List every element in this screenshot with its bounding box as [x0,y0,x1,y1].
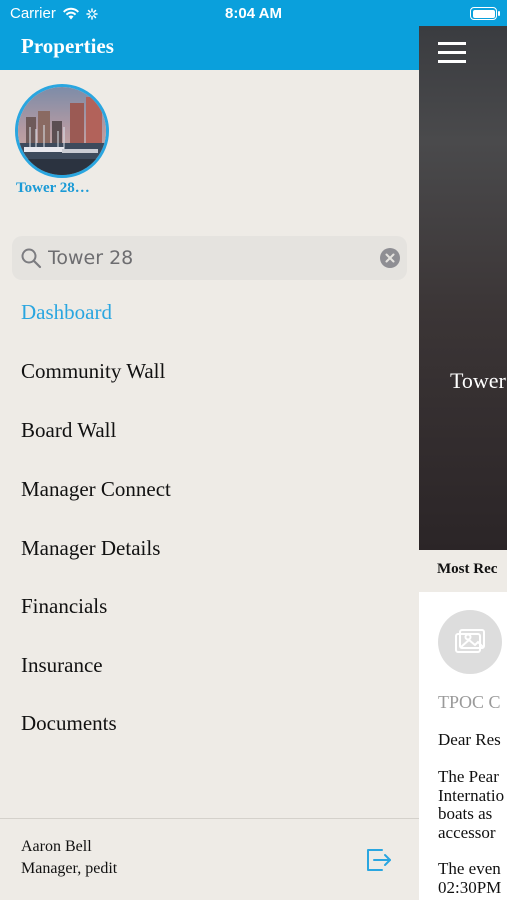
post-author: TPOC C [438,692,501,712]
status-bar: Carrier 8:04 AM [0,0,507,26]
property-photo [18,87,106,175]
menu-header: Properties [0,26,419,70]
post-body-line: 02:30PM [438,877,502,897]
property-name[interactable]: Tower 28… [16,180,90,197]
hamburger-menu-icon[interactable] [438,42,466,64]
side-menu: Properties Tower 28… Tower 28 Dashboard … [0,0,419,900]
image-placeholder-icon [455,629,485,653]
clear-search-icon[interactable] [380,248,400,268]
menu-item-financials[interactable]: Financials [21,594,107,619]
search-input[interactable] [48,242,368,274]
menu-item-manager-connect[interactable]: Manager Connect [21,477,171,502]
post-body-line: accessor [438,822,496,842]
menu-item-manager-details[interactable]: Manager Details [21,536,160,561]
section-title: Most Rec [437,561,498,577]
footer-divider [0,818,419,819]
logout-icon[interactable] [365,847,393,873]
menu-title: Properties [21,34,114,58]
post-avatar [438,610,502,674]
user-role: Manager, pedit [21,860,118,877]
menu-item-documents[interactable]: Documents [21,711,117,736]
post-body-line: Internatio [438,785,505,805]
post-body-line: boats as [438,804,493,823]
menu-item-community-wall[interactable]: Community Wall [21,359,165,384]
post-body: The Pear Internatio boats as accessor [438,767,505,842]
post-body-line: The even [438,859,501,878]
post-body-second-paragraph: The even 02:30PM [438,859,502,897]
menu-item-board-wall[interactable]: Board Wall [21,418,116,443]
hero-title: Tower [450,368,506,393]
status-time: 8:04 AM [225,5,282,22]
user-name: Aaron Bell [21,838,92,855]
battery-icon [470,7,500,20]
menu-item-dashboard[interactable]: Dashboard [21,300,112,325]
property-avatar[interactable] [15,84,109,178]
main-view: Tower Most Rec TPOC C Dear Res The Pear … [419,26,507,900]
footer-user-info: Aaron Bell Manager, pedit [21,836,117,880]
menu-item-insurance[interactable]: Insurance [21,653,103,678]
search-icon [21,248,42,269]
section-header: Most Rec [419,550,507,592]
post-body-line: The Pear [438,767,499,786]
search-bar [12,236,407,280]
post-greeting: Dear Res [438,730,501,749]
post-card[interactable]: TPOC C Dear Res The Pear Internatio boat… [419,592,507,900]
hero-banner: Tower [419,26,507,550]
